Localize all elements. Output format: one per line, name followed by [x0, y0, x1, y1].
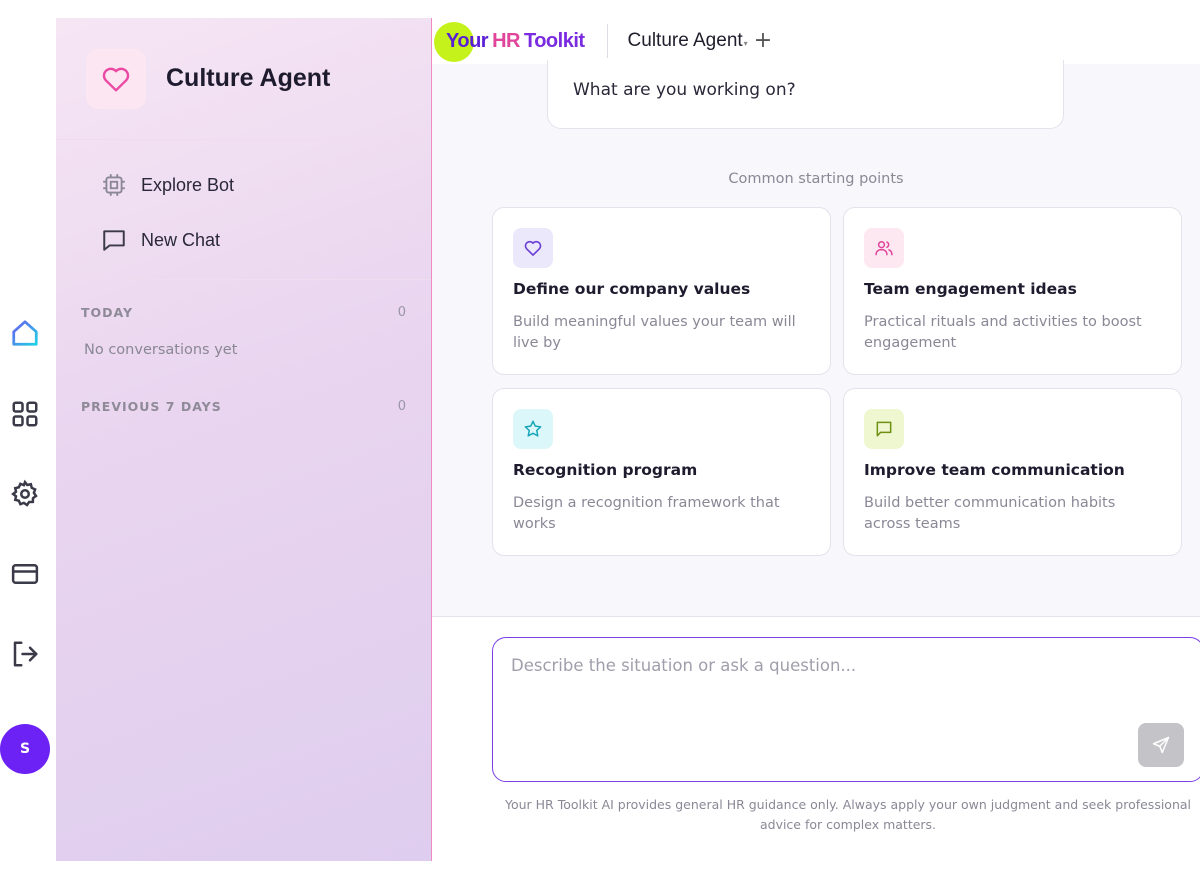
- chat-bubble-icon: [103, 230, 125, 251]
- settings-icon[interactable]: [10, 479, 40, 509]
- card-recognition-program[interactable]: Recognition program Design a recognition…: [492, 388, 831, 556]
- brand-text: Your HR Toolkit: [446, 30, 585, 53]
- cpu-chip-icon: [103, 174, 125, 196]
- card-description: Build better communication habits across…: [864, 495, 1116, 532]
- brand-your: Your: [446, 29, 489, 52]
- section-today-count: 0: [397, 305, 406, 320]
- send-button[interactable]: [1138, 723, 1184, 767]
- star-icon: [524, 420, 542, 437]
- credit-card-icon[interactable]: [10, 559, 40, 589]
- sidebar-actions: Explore Bot New Chat: [56, 140, 431, 280]
- card-company-values[interactable]: Define our company values Build meaningf…: [492, 207, 831, 375]
- card-icon-wrap: [864, 228, 904, 268]
- disclaimer-text: Your HR Toolkit AI provides general HR g…: [504, 797, 1192, 832]
- starting-points-label: Common starting points: [728, 171, 904, 187]
- new-chat-button[interactable]: New Chat: [101, 223, 431, 257]
- brand-hr: HR: [492, 29, 520, 52]
- heart-icon: [102, 67, 130, 92]
- send-icon: [1152, 736, 1170, 754]
- grid-icon[interactable]: [10, 399, 40, 429]
- agent-logo: [86, 48, 146, 109]
- assistant-message-text: What are you working on?: [573, 80, 796, 100]
- card-team-engagement[interactable]: Team engagement ideas Practical rituals …: [843, 207, 1182, 375]
- composer-area: Your HR Toolkit AI provides general HR g…: [432, 616, 1200, 861]
- card-description: Practical rituals and activities to boos…: [864, 314, 1142, 351]
- message-input[interactable]: [511, 656, 1111, 696]
- explore-bot-label: Explore Bot: [141, 174, 235, 195]
- new-chat-label: New Chat: [141, 229, 221, 250]
- section-previous-count: 0: [397, 399, 406, 414]
- chevron-down-icon: ▾: [743, 39, 748, 48]
- message-square-icon: [876, 421, 892, 437]
- card-icon-wrap: [864, 409, 904, 449]
- section-previous-label: PREVIOUS 7 DAYS: [81, 399, 222, 414]
- section-today: TODAY 0 No conversations yet: [56, 305, 431, 358]
- icon-rail: S: [0, 0, 56, 880]
- card-description: Design a recognition framework that work…: [513, 495, 780, 532]
- card-description: Build meaningful values your team will l…: [513, 314, 796, 351]
- heart-icon: [524, 240, 542, 256]
- top-bar: Your HR Toolkit Culture Agent▾ +: [432, 18, 1200, 64]
- sidebar-title: Culture Agent: [166, 64, 331, 92]
- chat-area: What are you working on? Common starting…: [432, 60, 1200, 616]
- home-icon[interactable]: [10, 318, 40, 348]
- card-title: Recognition program: [513, 461, 698, 479]
- sidebar: Culture Agent Explore Bot New Chat TODAY…: [56, 18, 432, 861]
- add-agent-button[interactable]: +: [754, 30, 772, 52]
- header-divider: [606, 24, 608, 58]
- brand-toolkit: Toolkit: [523, 29, 585, 52]
- explore-bot-button[interactable]: Explore Bot: [101, 168, 431, 202]
- card-title: Define our company values: [513, 280, 751, 298]
- brand-logo[interactable]: Your HR Toolkit: [434, 18, 585, 64]
- sidebar-header: Culture Agent: [56, 18, 431, 140]
- section-previous-7-days: PREVIOUS 7 DAYS 0: [56, 399, 431, 414]
- empty-conversations-text: No conversations yet: [84, 342, 238, 358]
- logout-icon[interactable]: [10, 639, 40, 669]
- card-title: Team engagement ideas: [864, 280, 1077, 298]
- section-today-label: TODAY: [81, 305, 134, 320]
- agent-selector[interactable]: Culture Agent▾: [628, 30, 748, 52]
- user-avatar[interactable]: S: [0, 724, 50, 774]
- assistant-message: What are you working on?: [547, 60, 1064, 129]
- card-icon-wrap: [513, 409, 553, 449]
- card-team-communication[interactable]: Improve team communication Build better …: [843, 388, 1182, 556]
- message-composer: [492, 637, 1200, 782]
- users-icon: [875, 241, 893, 256]
- card-icon-wrap: [513, 228, 553, 268]
- agent-name: Culture Agent: [627, 30, 743, 51]
- card-title: Improve team communication: [864, 461, 1125, 479]
